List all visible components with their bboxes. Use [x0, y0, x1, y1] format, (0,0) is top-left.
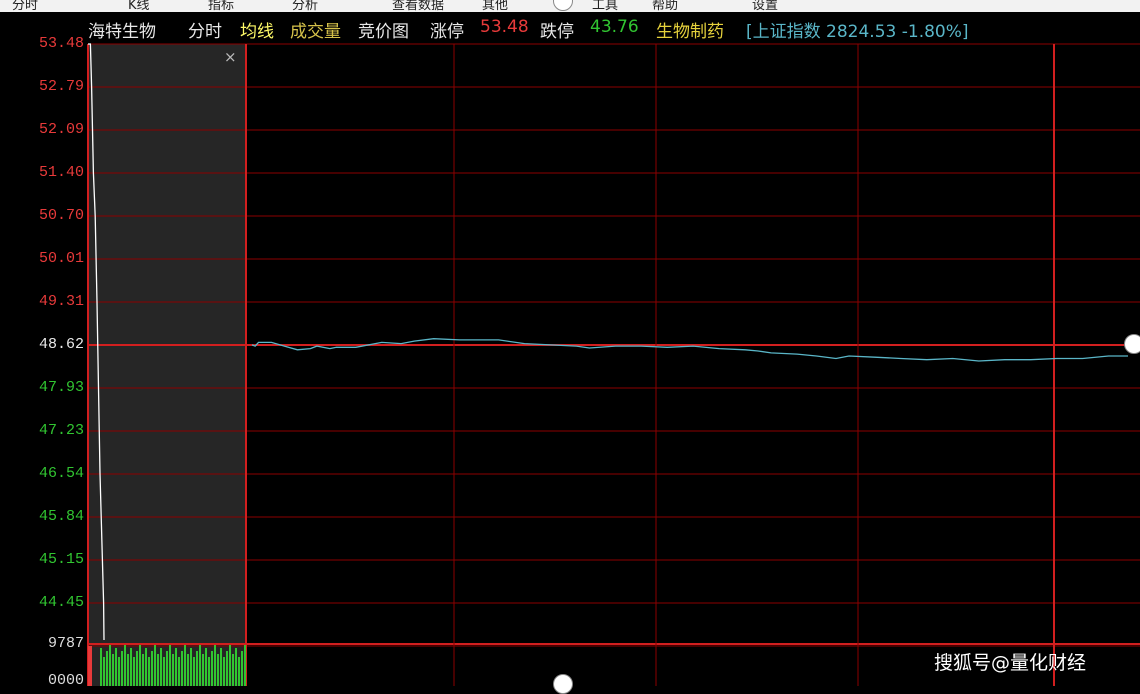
volume-bar: [130, 648, 132, 686]
y-tick-label: 45.15: [38, 551, 84, 568]
y-tick-label: 45.84: [38, 508, 84, 525]
volume-bar: [112, 654, 114, 686]
volume-bar: [124, 645, 126, 686]
close-icon: ×: [224, 48, 237, 66]
volume-bar: [139, 645, 141, 686]
volume-bar: [190, 648, 192, 686]
sector-label[interactable]: 生物制药: [656, 17, 724, 42]
tab-auction[interactable]: 竞价图: [358, 17, 409, 42]
tab-moving-average[interactable]: 均线: [240, 17, 274, 42]
volume-bar: [202, 654, 204, 686]
volume-bar: [154, 645, 156, 686]
y-tick-label: 50.01: [38, 250, 84, 267]
volume-bar: [241, 651, 243, 686]
volume-bar: [181, 651, 183, 686]
volume-bar: [133, 657, 135, 686]
volume-bar: [163, 657, 165, 686]
volume-min-label: 0000: [47, 672, 84, 689]
volume-bar: [244, 645, 246, 686]
y-tick-label: 47.93: [38, 379, 84, 396]
y-tick-label: 53.48: [38, 35, 84, 52]
volume-bar: [166, 651, 168, 686]
intraday-chart: ×: [87, 43, 1140, 686]
y-tick-label: 46.54: [38, 465, 84, 482]
volume-bar: [184, 645, 186, 686]
volume-bar: [196, 651, 198, 686]
volume-bar: [142, 654, 144, 686]
volume-bar: [175, 648, 177, 686]
tab-volume[interactable]: 成交量: [290, 17, 341, 42]
volume-bar: [193, 657, 195, 686]
volume-bar: [100, 648, 102, 686]
volume-bar: [151, 651, 153, 686]
y-tick-label: 48.62: [38, 336, 84, 353]
watermark: 搜狐号@量化财经: [934, 652, 1087, 674]
volume-bar: [136, 651, 138, 686]
volume-bar: [199, 645, 201, 686]
volume-bar: [214, 645, 216, 686]
volume-bar: [217, 654, 219, 686]
y-tick-label: 52.09: [38, 121, 84, 138]
volume-bar: [109, 645, 111, 686]
y-tick-label: 44.45: [38, 594, 84, 611]
resize-handle-right[interactable]: [1124, 334, 1140, 354]
y-tick-label: 47.23: [38, 422, 84, 439]
limit-down-value: 43.76: [590, 17, 639, 37]
volume-bar: [172, 654, 174, 686]
y-tick-label: 51.40: [38, 164, 84, 181]
volume-bar: [121, 651, 123, 686]
limit-up-value: 53.48: [480, 17, 529, 37]
limit-down-label: 跌停: [540, 22, 574, 42]
price-line: [251, 338, 1128, 362]
y-tick-label: 49.31: [38, 293, 84, 310]
volume-bar: [226, 651, 228, 686]
stock-name: 海特生物: [88, 22, 156, 42]
volume-bar: [157, 654, 159, 686]
volume-max-label: 9787: [47, 635, 84, 652]
volume-bar: [232, 654, 234, 686]
volume-bar: [115, 648, 117, 686]
volume-bar: [178, 657, 180, 686]
volume-bar: [205, 648, 207, 686]
volume-bar: [148, 657, 150, 686]
limit-up-label: 涨停: [430, 22, 464, 42]
volume-bar: [127, 654, 129, 686]
volume-bar: [211, 651, 213, 686]
volume-bar: [160, 648, 162, 686]
volume-bar: [220, 648, 222, 686]
tab-intraday[interactable]: 分时: [188, 17, 222, 42]
volume-bar: [238, 657, 240, 686]
y-tick-label: 50.70: [38, 207, 84, 224]
index-info[interactable]: [上证指数 2824.53 -1.80%]: [746, 17, 969, 42]
volume-bar: [88, 646, 92, 686]
volume-bar: [235, 648, 237, 686]
resize-handle-bottom[interactable]: [553, 674, 573, 694]
volume-bar: [187, 654, 189, 686]
volume-bar: [169, 645, 171, 686]
volume-bar: [223, 657, 225, 686]
volume-bar: [208, 657, 210, 686]
y-tick-label: 52.79: [38, 78, 84, 95]
chart-header: 海特生物 分时 均线 成交量 竞价图 涨停 53.48 跌停 43.76 生物制…: [0, 12, 1140, 44]
volume-bar: [118, 657, 120, 686]
volume-bar: [106, 651, 108, 686]
volume-bar: [229, 645, 231, 686]
volume-bar: [103, 657, 105, 686]
volume-bar: [145, 648, 147, 686]
auction-area: [88, 44, 246, 686]
